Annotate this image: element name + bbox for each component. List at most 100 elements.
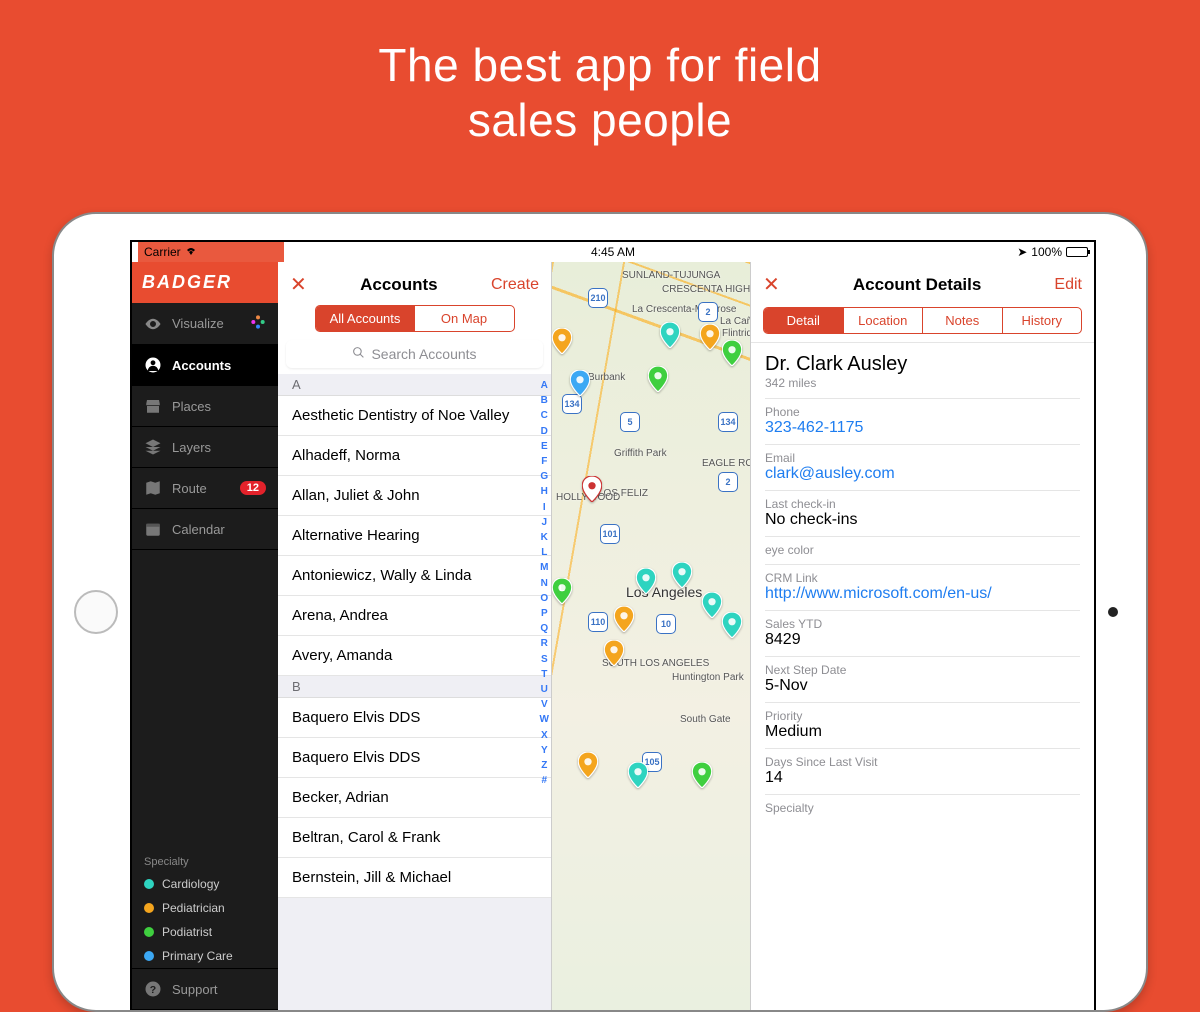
detail-field: Phone323-462-1175	[765, 398, 1080, 444]
field-value[interactable]: http://www.microsoft.com/en-us/	[765, 585, 1080, 603]
list-item[interactable]: Arena, Andrea	[278, 596, 551, 636]
details-close-button[interactable]: ✕	[763, 272, 780, 297]
index-letter[interactable]: B	[540, 393, 549, 408]
details-panel: ✕ Account Details Edit DetailLocationNot…	[750, 262, 1094, 1010]
field-value[interactable]: 323-462-1175	[765, 419, 1080, 437]
field-label: Next Step Date	[765, 663, 1080, 677]
map-pin-icon[interactable]	[700, 324, 720, 350]
index-letter[interactable]: Z	[540, 758, 549, 773]
index-letter[interactable]: E	[540, 439, 549, 454]
map-panel[interactable]: SUNLAND-TUJUNGACRESCENTA HIGHLANDSLa Cre…	[552, 262, 750, 1010]
index-letter[interactable]: C	[540, 408, 549, 423]
field-label: Last check-in	[765, 497, 1080, 511]
tab-notes[interactable]: Notes	[922, 308, 1002, 333]
layers-icon	[144, 438, 162, 456]
index-letter[interactable]: Q	[540, 621, 549, 636]
list-item[interactable]: Becker, Adrian	[278, 778, 551, 818]
index-letter[interactable]: U	[540, 682, 549, 697]
sidebar-item-label: Layers	[172, 440, 211, 455]
tab-location[interactable]: Location	[843, 308, 923, 333]
list-item[interactable]: Beltran, Carol & Frank	[278, 818, 551, 858]
alpha-index[interactable]: ABCDEFGHIJKLMNOPQRSTUVWXYZ#	[540, 378, 549, 788]
list-section-header: A	[278, 374, 551, 396]
accounts-list[interactable]: A Aesthetic Dentistry of Noe ValleyAlhade…	[278, 374, 551, 1010]
field-label: Sales YTD	[765, 617, 1080, 631]
sidebar-item-places[interactable]: Places	[132, 386, 278, 427]
map-pin-icon[interactable]	[552, 328, 572, 354]
index-letter[interactable]: X	[540, 728, 549, 743]
detail-field: Specialty	[765, 794, 1080, 822]
field-value[interactable]: clark@ausley.com	[765, 465, 1080, 483]
legend-dot-icon	[144, 903, 154, 913]
status-time: 4:45 AM	[591, 245, 635, 259]
sidebar-item-accounts[interactable]: Accounts	[132, 345, 278, 386]
map-label: Griffith Park	[614, 448, 667, 459]
index-letter[interactable]: A	[540, 378, 549, 393]
index-letter[interactable]: W	[540, 712, 549, 727]
index-letter[interactable]: H	[540, 484, 549, 499]
index-letter[interactable]: K	[540, 530, 549, 545]
list-item[interactable]: Avery, Amanda	[278, 636, 551, 676]
map-pin-icon[interactable]	[660, 322, 680, 348]
index-letter[interactable]: V	[540, 697, 549, 712]
index-letter[interactable]: I	[540, 500, 549, 515]
road-shield-icon: 134	[562, 394, 582, 414]
list-item[interactable]: Baquero Elvis DDS	[278, 698, 551, 738]
map-pin-icon[interactable]	[648, 366, 668, 392]
index-letter[interactable]: P	[540, 606, 549, 621]
legend-item[interactable]: Podiatrist	[132, 920, 278, 944]
sidebar-item-support[interactable]: ? Support	[132, 968, 278, 1010]
map-pin-icon[interactable]	[570, 370, 590, 396]
map-pin-icon[interactable]	[604, 640, 624, 666]
map-label: Burbank	[588, 372, 625, 383]
index-letter[interactable]: G	[540, 469, 549, 484]
accounts-close-button[interactable]: ✕	[290, 272, 307, 297]
sidebar-item-route[interactable]: Route12	[132, 468, 278, 509]
details-edit-button[interactable]: Edit	[1054, 276, 1082, 294]
battery-icon	[1066, 247, 1088, 257]
tab-history[interactable]: History	[1002, 308, 1082, 333]
search-input[interactable]: Search Accounts	[286, 340, 543, 368]
index-letter[interactable]: J	[540, 515, 549, 530]
map-pin-icon[interactable]	[702, 592, 722, 618]
legend-item[interactable]: Primary Care	[132, 944, 278, 968]
battery-percent: 100%	[1031, 245, 1062, 259]
map-pin-icon[interactable]	[636, 568, 656, 594]
index-letter[interactable]: O	[540, 591, 549, 606]
list-item[interactable]: Alternative Hearing	[278, 516, 551, 556]
sidebar-item-visualize[interactable]: Visualize	[132, 303, 278, 345]
map-pin-icon[interactable]	[722, 340, 742, 366]
tab-detail[interactable]: Detail	[764, 308, 843, 333]
index-letter[interactable]: Y	[540, 743, 549, 758]
map-pin-icon[interactable]	[692, 762, 712, 788]
sidebar-item-calendar[interactable]: Calendar	[132, 509, 278, 550]
index-letter[interactable]: R	[540, 636, 549, 651]
map-pin-icon[interactable]	[614, 606, 634, 632]
index-letter[interactable]: L	[540, 545, 549, 560]
map-pin-icon[interactable]: L	[552, 578, 572, 604]
seg-all-accounts[interactable]: All Accounts	[316, 306, 415, 331]
list-item[interactable]: Aesthetic Dentistry of Noe Valley	[278, 396, 551, 436]
legend-item[interactable]: Cardiology	[132, 872, 278, 896]
index-letter[interactable]: F	[540, 454, 549, 469]
map-pin-icon[interactable]	[578, 752, 598, 778]
list-item[interactable]: Baquero Elvis DDS	[278, 738, 551, 778]
map-pin-icon[interactable]	[628, 762, 648, 788]
list-item[interactable]: Allan, Juliet & John	[278, 476, 551, 516]
index-letter[interactable]: T	[540, 667, 549, 682]
index-letter[interactable]: S	[540, 652, 549, 667]
list-item[interactable]: Bernstein, Jill & Michael	[278, 858, 551, 898]
map-pin-icon[interactable]	[672, 562, 692, 588]
index-letter[interactable]: M	[540, 560, 549, 575]
help-icon: ?	[144, 980, 162, 998]
seg-on-map[interactable]: On Map	[415, 306, 514, 331]
accounts-create-button[interactable]: Create	[491, 276, 539, 294]
index-letter[interactable]: D	[540, 424, 549, 439]
list-item[interactable]: Antoniewicz, Wally & Linda	[278, 556, 551, 596]
sidebar-item-layers[interactable]: Layers	[132, 427, 278, 468]
list-item[interactable]: Alhadeff, Norma	[278, 436, 551, 476]
index-letter[interactable]: N	[540, 576, 549, 591]
index-letter[interactable]: #	[540, 773, 549, 788]
map-pin-icon[interactable]	[722, 612, 742, 638]
map-pin-icon[interactable]	[582, 476, 602, 502]
